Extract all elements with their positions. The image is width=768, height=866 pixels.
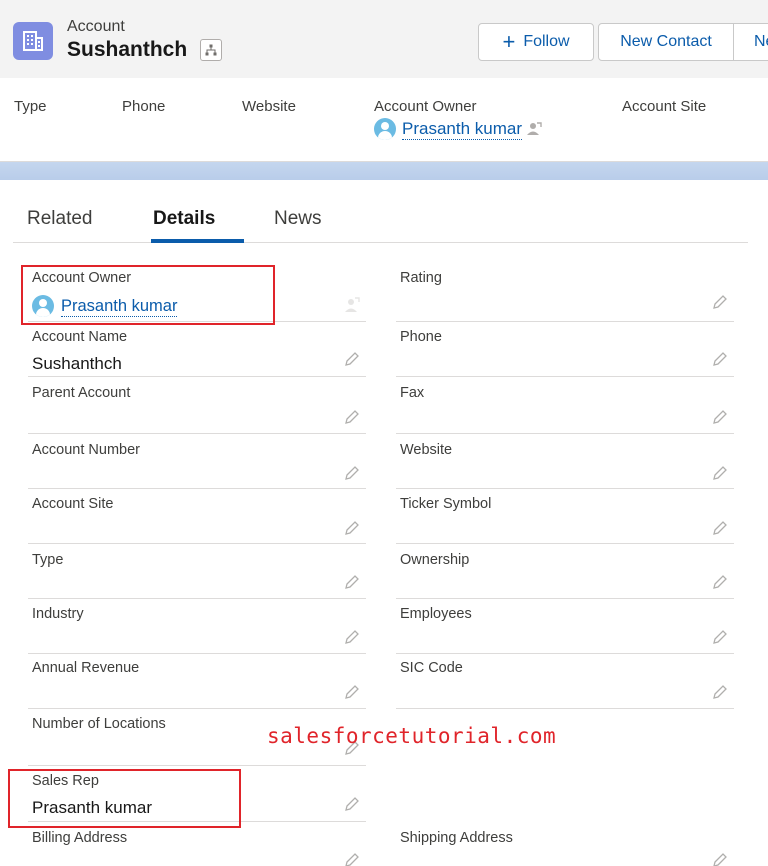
field-label: Account Number bbox=[32, 442, 140, 458]
follow-button[interactable]: + Follow bbox=[478, 23, 594, 61]
view-hierarchy-button[interactable] bbox=[200, 39, 222, 61]
field-industry: Industry bbox=[28, 606, 366, 654]
field-account-name: Account Name Sushanthch bbox=[28, 329, 366, 377]
owner-link[interactable]: Prasanth kumar bbox=[402, 119, 522, 140]
next-action-label: Ne bbox=[754, 33, 768, 50]
field-label: Rating bbox=[400, 270, 442, 286]
field-ticker-symbol: Ticker Symbol bbox=[396, 496, 734, 544]
tab-related[interactable]: Related bbox=[27, 208, 93, 230]
edit-pencil-icon[interactable] bbox=[344, 796, 360, 812]
field-label: Annual Revenue bbox=[32, 660, 140, 676]
edit-pencil-icon[interactable] bbox=[712, 520, 728, 536]
field-shipping-address: Shipping Address bbox=[396, 830, 734, 866]
field-label: Shipping Address bbox=[400, 830, 513, 846]
field-value: Sushanthch bbox=[32, 354, 122, 373]
owner-highlight-box bbox=[21, 265, 275, 325]
field-fax: Fax bbox=[396, 385, 734, 434]
account-building-icon bbox=[13, 22, 53, 60]
change-owner-icon[interactable] bbox=[344, 297, 360, 313]
edit-pencil-icon[interactable] bbox=[344, 520, 360, 536]
highlight-website-label: Website bbox=[242, 98, 296, 115]
field-label: Billing Address bbox=[32, 830, 128, 846]
plus-icon: + bbox=[502, 29, 516, 54]
edit-pencil-icon[interactable] bbox=[712, 629, 728, 645]
edit-pencil-icon[interactable] bbox=[344, 629, 360, 645]
record-header: Account Sushanthch + Follow New Contact … bbox=[0, 0, 768, 78]
edit-pencil-icon[interactable] bbox=[712, 351, 728, 367]
edit-pencil-icon[interactable] bbox=[344, 574, 360, 590]
new-contact-label: New Contact bbox=[620, 33, 712, 50]
field-parent-account: Parent Account bbox=[28, 385, 366, 434]
highlights-panel: Type Phone Website Account Owner Prasant… bbox=[0, 78, 768, 162]
field-website: Website bbox=[396, 442, 734, 489]
field-account-number: Account Number bbox=[28, 442, 366, 489]
field-label: Phone bbox=[400, 329, 442, 345]
field-phone: Phone bbox=[396, 329, 734, 377]
edit-pencil-icon[interactable] bbox=[344, 409, 360, 425]
field-account-site: Account Site bbox=[28, 496, 366, 544]
field-annual-revenue: Annual Revenue bbox=[28, 660, 366, 709]
edit-pencil-icon[interactable] bbox=[712, 409, 728, 425]
highlight-site-label: Account Site bbox=[622, 98, 707, 115]
field-label: Account Name bbox=[32, 329, 128, 345]
field-label: Employees bbox=[400, 606, 472, 622]
field-label: Parent Account bbox=[32, 385, 131, 401]
field-rating: Rating bbox=[396, 270, 734, 322]
field-label: Ownership bbox=[400, 552, 470, 568]
tab-details[interactable]: Details bbox=[153, 208, 215, 230]
highlight-phone-label: Phone bbox=[122, 98, 166, 115]
tab-news[interactable]: News bbox=[274, 208, 322, 230]
edit-pencil-icon[interactable] bbox=[712, 852, 728, 866]
edit-pencil-icon[interactable] bbox=[344, 351, 360, 367]
field-label: Website bbox=[400, 442, 453, 458]
edit-pencil-icon[interactable] bbox=[344, 852, 360, 866]
edit-pencil-icon[interactable] bbox=[712, 465, 728, 481]
next-action-button[interactable]: Ne bbox=[733, 23, 768, 61]
follow-label: Follow bbox=[523, 33, 570, 50]
highlight-owner-value: Prasanth kumar bbox=[374, 118, 542, 140]
change-owner-icon[interactable] bbox=[526, 122, 542, 136]
field-employees: Employees bbox=[396, 606, 734, 654]
field-label: SIC Code bbox=[400, 660, 463, 676]
hierarchy-icon bbox=[205, 44, 217, 56]
field-billing-address: Billing Address bbox=[28, 830, 366, 866]
field-ownership: Ownership bbox=[396, 552, 734, 599]
tab-bar: Related Details News bbox=[13, 180, 748, 243]
field-type: Type bbox=[28, 552, 366, 599]
edit-pencil-icon[interactable] bbox=[712, 684, 728, 700]
page-background-band bbox=[0, 162, 768, 180]
field-label: Ticker Symbol bbox=[400, 496, 492, 512]
field-label: Industry bbox=[32, 606, 84, 622]
record-title: Sushanthch bbox=[67, 38, 188, 61]
edit-pencil-icon[interactable] bbox=[344, 465, 360, 481]
watermark-text: salesforcetutorial.com bbox=[267, 724, 557, 748]
object-label: Account bbox=[67, 18, 125, 35]
highlight-type-label: Type bbox=[14, 98, 47, 115]
sales-rep-highlight-box bbox=[8, 769, 241, 828]
field-label: Fax bbox=[400, 385, 425, 401]
field-label: Account Site bbox=[32, 496, 114, 512]
field-label: Type bbox=[32, 552, 64, 568]
edit-pencil-icon[interactable] bbox=[712, 574, 728, 590]
field-sic-code: SIC Code bbox=[396, 660, 734, 709]
active-tab-indicator bbox=[151, 239, 244, 243]
field-label: Number of Locations bbox=[32, 716, 166, 732]
edit-pencil-icon[interactable] bbox=[712, 294, 728, 310]
edit-pencil-icon[interactable] bbox=[344, 684, 360, 700]
new-contact-button[interactable]: New Contact bbox=[598, 23, 734, 61]
highlight-owner-label: Account Owner bbox=[374, 98, 477, 115]
user-avatar-icon bbox=[374, 118, 396, 140]
